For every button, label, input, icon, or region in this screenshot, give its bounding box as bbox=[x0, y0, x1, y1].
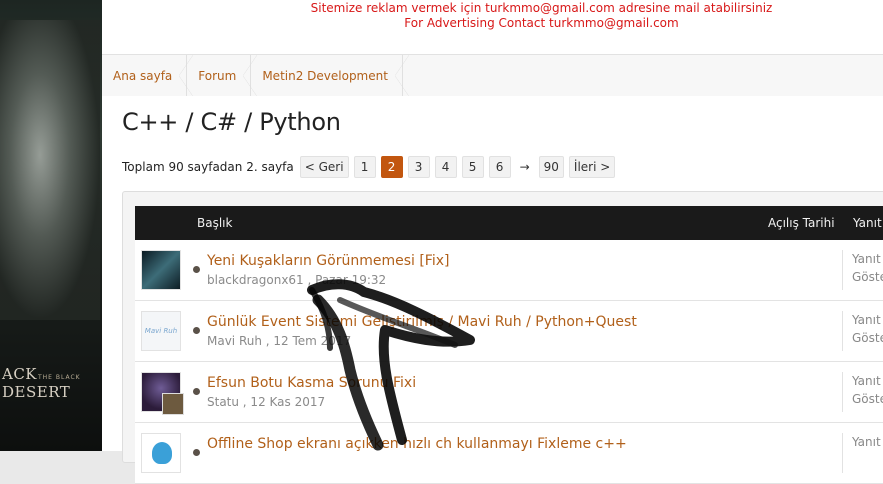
thread-title[interactable]: Yeni Kuşakların Görünmemesi [Fix] bbox=[207, 253, 449, 269]
thread-rows: Yeni Kuşakların Görünmemesi [Fix] blackd… bbox=[135, 240, 883, 484]
breadcrumb-metin2-development[interactable]: Metin2 Development bbox=[251, 55, 409, 96]
thread-stat-replies: Yanıt bbox=[852, 374, 881, 388]
thread-stat-views: Göste bbox=[852, 270, 883, 284]
thread-stat-replies: Yanıt bbox=[852, 252, 881, 266]
last-poster-avatar[interactable] bbox=[162, 393, 184, 415]
avatar[interactable] bbox=[141, 372, 184, 415]
page-title: C++ / C# / Python bbox=[122, 108, 341, 136]
thread-stats: Yanıt Göste bbox=[842, 311, 883, 351]
avatar-figure bbox=[152, 442, 172, 464]
next-page-button[interactable]: İleri > bbox=[568, 156, 616, 178]
column-replies[interactable]: Yanıt bbox=[853, 216, 882, 230]
banner-brand-logo: ACK DESERT bbox=[2, 365, 71, 401]
page-4-button[interactable]: 4 bbox=[434, 156, 457, 178]
thread-title[interactable]: Offline Shop ekranı açıkken hızlı ch kul… bbox=[207, 436, 627, 452]
column-start-date[interactable]: Açılış Tarihi bbox=[768, 216, 835, 230]
thread-title[interactable]: Günlük Event Sistemi Geliştirilmiş / Mav… bbox=[207, 314, 637, 330]
thread-list-panel: Başlık Açılış Tarihi Yanıt Yeni Kuşaklar… bbox=[122, 191, 883, 484]
avatar[interactable]: Mavi Ruh bbox=[141, 311, 181, 351]
thread-meta[interactable]: Mavi Ruh , 12 Tem 2017 bbox=[207, 334, 351, 348]
page-2-button-current[interactable]: 2 bbox=[380, 156, 403, 178]
thread-list-header: Başlık Açılış Tarihi Yanıt bbox=[135, 206, 883, 240]
ad-line-2: For Advertising Contact turkmmo@gmail.co… bbox=[404, 16, 679, 30]
thread-row: Efsun Botu Kasma Sorunu Fixi Statu , 12 … bbox=[135, 362, 883, 423]
breadcrumb-home[interactable]: Ana sayfa bbox=[102, 55, 194, 96]
page-5-button[interactable]: 5 bbox=[461, 156, 484, 178]
unread-dot-icon bbox=[193, 449, 200, 456]
thread-meta[interactable]: blackdragonx61 , Pazar 19:32 bbox=[207, 273, 386, 287]
column-title[interactable]: Başlık bbox=[197, 216, 232, 230]
pagination-skip-arrow[interactable]: → bbox=[516, 156, 534, 178]
thread-row: Yeni Kuşakların Görünmemesi [Fix] blackd… bbox=[135, 240, 883, 301]
thread-stat-views: Göste bbox=[852, 331, 883, 345]
page-6-button[interactable]: 6 bbox=[488, 156, 511, 178]
breadcrumb-forum[interactable]: Forum bbox=[187, 55, 258, 96]
prev-page-button[interactable]: < Geri bbox=[299, 156, 349, 178]
page-3-button[interactable]: 3 bbox=[407, 156, 430, 178]
main-content: C++ / C# / Python Toplam 90 sayfadan 2. … bbox=[102, 96, 883, 484]
thread-stats: Yanıt bbox=[842, 433, 881, 473]
page-1-button[interactable]: 1 bbox=[353, 156, 376, 178]
avatar[interactable] bbox=[141, 250, 181, 290]
thread-meta[interactable]: Statu , 12 Kas 2017 bbox=[207, 395, 325, 409]
thread-stat-replies: Yanıt bbox=[852, 435, 881, 449]
unread-dot-icon bbox=[193, 388, 200, 395]
unread-dot-icon bbox=[193, 266, 200, 273]
avatar[interactable] bbox=[141, 433, 181, 473]
advertising-notice: Sitemize reklam vermek için turkmmo@gmai… bbox=[102, 0, 883, 55]
pagination-label: Toplam 90 sayfadan 2. sayfa bbox=[122, 160, 294, 174]
page-90-button[interactable]: 90 bbox=[538, 156, 564, 178]
thread-title[interactable]: Efsun Botu Kasma Sorunu Fixi bbox=[207, 375, 416, 391]
side-ad-banner[interactable]: THE BLACK ACK DESERT bbox=[0, 0, 102, 451]
thread-stat-views: Göste bbox=[852, 392, 883, 406]
ad-line-1: Sitemize reklam vermek için turkmmo@gmai… bbox=[310, 1, 773, 15]
thread-row: Mavi Ruh Günlük Event Sistemi Geliştiril… bbox=[135, 301, 883, 362]
unread-dot-icon bbox=[193, 327, 200, 334]
thread-stats: Yanıt Göste bbox=[842, 250, 883, 290]
thread-row: Offline Shop ekranı açıkken hızlı ch kul… bbox=[135, 423, 883, 484]
banner-character-art bbox=[0, 20, 100, 320]
thread-stat-replies: Yanıt bbox=[852, 313, 881, 327]
pagination: Toplam 90 sayfadan 2. sayfa < Geri 1 2 3… bbox=[122, 156, 616, 178]
breadcrumb: Ana sayfa Forum Metin2 Development bbox=[102, 54, 883, 97]
thread-stats: Yanıt Göste bbox=[842, 372, 883, 412]
